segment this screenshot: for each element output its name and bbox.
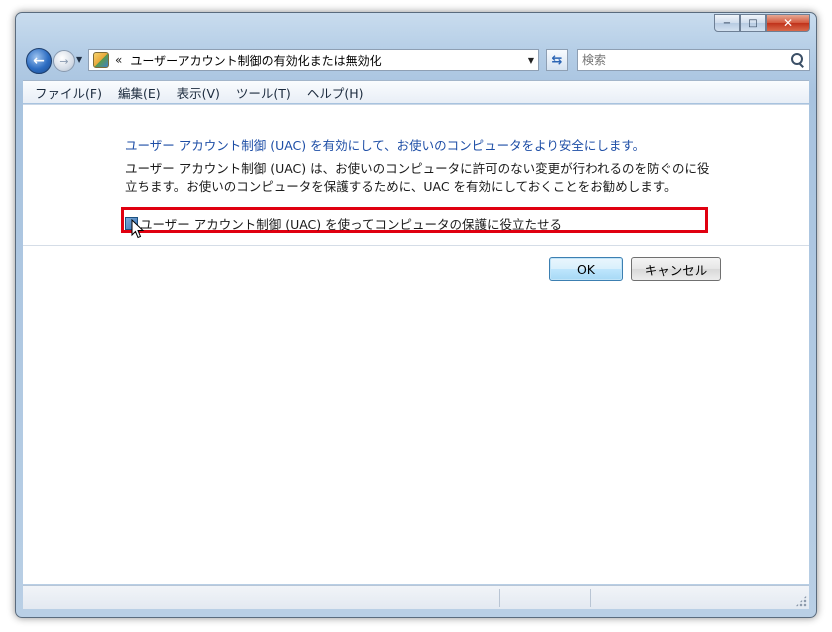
refresh-icon: ⇆ [551,52,563,68]
status-divider [499,589,500,607]
ok-button[interactable]: OK [549,257,623,281]
back-arrow-icon: ← [33,53,45,69]
menu-bar: ファイル(F) 編集(E) 表示(V) ツール(T) ヘルプ(H) [23,80,809,103]
mouse-cursor-icon [131,219,145,239]
menu-view[interactable]: 表示(V) [169,83,228,102]
navigation-bar: ← → ▼ « ユーザーアカウント制御の有効化または無効化 ▼ ⇆ [24,46,810,76]
search-box [577,49,810,71]
cancel-button[interactable]: キャンセル [631,257,721,281]
menu-file[interactable]: ファイル(F) [27,83,110,102]
close-icon: ✕ [782,16,794,30]
content-pane: ユーザー アカウント制御 (UAC) を有効にして、お使いのコンピュータをより安… [23,104,809,584]
maximize-icon: □ [748,17,758,29]
window: − □ ✕ ← → ▼ « ユーザーアカウント制御の有効化または無効化 ▼ ⇆ … [15,12,817,618]
status-bar [23,585,809,609]
uac-checkbox-label[interactable]: ユーザー アカウント制御 (UAC) を使ってコンピュータの保護に役立たせる [140,214,562,233]
refresh-button[interactable]: ⇆ [546,49,568,71]
back-button[interactable]: ← [26,48,52,74]
forward-arrow-icon: → [59,54,69,68]
address-bar[interactable]: « ユーザーアカウント制御の有効化または無効化 ▼ [88,49,539,71]
page-title: ユーザー アカウント制御 (UAC) を有効にして、お使いのコンピュータをより安… [125,138,646,153]
breadcrumb-overflow-icon[interactable]: « [115,53,122,67]
search-input[interactable] [582,51,788,69]
uac-checkbox-row[interactable]: ユーザー アカウント制御 (UAC) を使ってコンピュータの保護に役立たせる [125,214,562,233]
divider [23,245,809,246]
breadcrumb[interactable]: ユーザーアカウント制御の有効化または無効化 [130,52,524,69]
minimize-icon: − [722,17,732,29]
resize-grip-icon[interactable] [795,595,807,607]
menu-tools[interactable]: ツール(T) [228,83,299,102]
close-button[interactable]: ✕ [766,14,810,32]
search-icon[interactable] [788,51,806,69]
user-accounts-icon [93,52,109,68]
chevron-down-icon: ▼ [76,55,83,64]
address-dropdown-icon[interactable]: ▼ [524,56,538,65]
forward-button[interactable]: → [53,50,75,72]
maximize-button[interactable]: □ [740,14,766,32]
description-text: ユーザー アカウント制御 (UAC) は、お使いのコンピュータに許可のない変更が… [125,161,710,194]
minimize-button[interactable]: − [714,14,740,32]
recent-pages-dropdown[interactable]: ▼ [76,55,82,64]
status-divider [590,589,591,607]
menu-help[interactable]: ヘルプ(H) [299,83,372,102]
menu-edit[interactable]: 編集(E) [110,83,169,102]
caption-buttons: − □ ✕ [714,14,810,32]
